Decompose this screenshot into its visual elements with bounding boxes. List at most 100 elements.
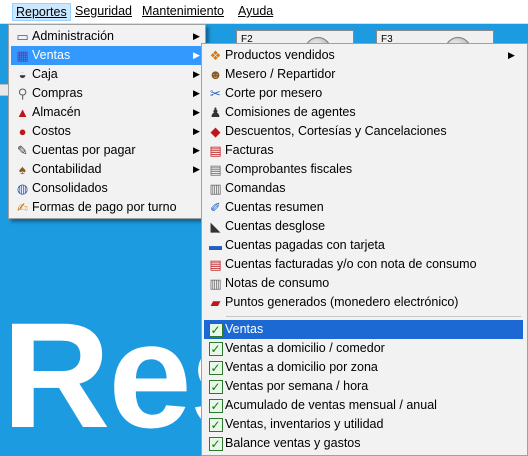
menu-separator	[226, 316, 521, 317]
menu-reportes-label: Reportes	[16, 5, 67, 19]
submenu-arrow-icon: ▶	[193, 145, 200, 155]
sales-chart-icon: ▦	[16, 48, 29, 63]
menu-item-label: Descuentos, Cortesías y Cancelaciones	[225, 124, 447, 138]
menu-item-cuentas-por-pagar[interactable]: ✎ Cuentas por pagar ▶	[11, 141, 203, 160]
menu-item-label: Ventas	[32, 48, 71, 62]
menu-item-label: Facturas	[225, 143, 274, 157]
menu-item-contabilidad[interactable]: ♠ Contabilidad ▶	[11, 160, 203, 179]
menu-item-comprobantes-fiscales[interactable]: ▤ Comprobantes fiscales	[204, 160, 525, 179]
menu-item-notas-de-consumo[interactable]: ▥ Notas de consumo	[204, 274, 525, 293]
menu-item-comisiones-de-agentes[interactable]: ♟ Comisiones de agentes	[204, 103, 525, 122]
menu-item-facturas[interactable]: ▤ Facturas	[204, 141, 525, 160]
reportes-dropdown: ▭ Administración ▶ ▦ Ventas ▶ ◒ Caja ▶ ⚲…	[8, 24, 206, 219]
menu-ayuda[interactable]: Ayuda	[235, 3, 276, 21]
order-ticket-icon: ▥	[209, 181, 222, 196]
menu-item-label: Acumulado de ventas mensual / anual	[225, 398, 437, 412]
menu-mantenimiento-label: Mantenimiento	[142, 4, 224, 18]
menu-seguridad[interactable]: Seguridad	[72, 3, 135, 21]
menu-mantenimiento[interactable]: Mantenimiento	[139, 3, 227, 21]
menu-item-label: Contabilidad	[32, 162, 102, 176]
menu-item-costos[interactable]: ● Costos ▶	[11, 122, 203, 141]
coins-icon: ●	[18, 124, 27, 139]
menu-item-productos-vendidos[interactable]: ❖ Productos vendidos ▶	[204, 46, 525, 65]
submenu-arrow-icon: ▶	[193, 50, 200, 60]
shopping-cart-icon: ⚲	[17, 86, 28, 101]
menu-item-puntos-generados[interactable]: ▰ Puntos generados (monedero electrónico…	[204, 293, 525, 312]
menu-item-label: Cuentas facturadas y/o con nota de consu…	[225, 257, 477, 271]
menu-item-comandas[interactable]: ▥ Comandas	[204, 179, 525, 198]
submenu-arrow-icon: ▶	[508, 50, 515, 60]
menu-item-label: Compras	[32, 86, 83, 100]
ledger-icon: ♠	[19, 162, 26, 177]
menu-item-label: Comprobantes fiscales	[225, 162, 353, 176]
menubar: Reportes Seguridad Mantenimiento Ayuda	[0, 0, 528, 24]
menu-item-administracion[interactable]: ▭ Administración ▶	[11, 27, 203, 46]
menu-item-formas-de-pago-por-turno[interactable]: ✍ Formas de pago por turno	[11, 198, 203, 217]
menu-item-label: Cuentas resumen	[225, 200, 324, 214]
submenu-arrow-icon: ▶	[193, 31, 200, 41]
menu-reportes[interactable]: Reportes	[12, 3, 71, 21]
menu-item-label: Balance ventas y gastos	[225, 436, 361, 450]
payment-icon: ✍	[17, 200, 28, 215]
menu-item-label: Cuentas pagadas con tarjeta	[225, 238, 385, 252]
submenu-arrow-icon: ▶	[193, 88, 200, 98]
menu-item-label: Comisiones de agentes	[225, 105, 356, 119]
fiscal-doc-icon: ▤	[209, 162, 222, 177]
submenu-arrow-icon: ▶	[193, 69, 200, 79]
menu-item-almacen[interactable]: ▲ Almacén ▶	[11, 103, 203, 122]
menu-item-label: Ventas, inventarios y utilidad	[225, 417, 384, 431]
menu-item-label: Almacén	[32, 105, 81, 119]
ventas-submenu: ❖ Productos vendidos ▶ ☻ Mesero / Repart…	[201, 43, 528, 456]
menu-item-acumulado-ventas[interactable]: ✓ Acumulado de ventas mensual / anual	[204, 396, 525, 415]
menu-item-cuentas-pagadas-con-tarjeta[interactable]: ▬ Cuentas pagadas con tarjeta	[204, 236, 525, 255]
checkbox-report-icon: ✓	[208, 437, 223, 451]
menu-item-label: Costos	[32, 124, 71, 138]
menu-item-cuentas-desglose[interactable]: ◣ Cuentas desglose	[204, 217, 525, 236]
products-icon: ❖	[209, 48, 222, 63]
menu-item-ventas-domicilio-zona[interactable]: ✓ Ventas a domicilio por zona	[204, 358, 525, 377]
menu-item-cuentas-resumen[interactable]: ✐ Cuentas resumen	[204, 198, 525, 217]
menu-item-cuentas-facturadas[interactable]: ▤ Cuentas facturadas y/o con nota de con…	[204, 255, 525, 274]
summary-icon: ✐	[210, 200, 221, 215]
menu-item-balance-ventas-gastos[interactable]: ✓ Balance ventas y gastos	[204, 434, 525, 453]
menu-item-label: Consolidados	[32, 181, 108, 195]
menu-item-ventas-report[interactable]: ✓ Ventas	[204, 320, 523, 339]
menu-item-label: Corte por mesero	[225, 86, 323, 100]
menu-item-label: Caja	[32, 67, 58, 81]
menu-item-ventas-inventarios-utilidad[interactable]: ✓ Ventas, inventarios y utilidad	[204, 415, 525, 434]
menu-item-label: Ventas por semana / hora	[225, 379, 369, 393]
discount-tag-icon: ◆	[210, 124, 221, 139]
menu-item-compras[interactable]: ⚲ Compras ▶	[11, 84, 203, 103]
menu-item-label: Notas de consumo	[225, 276, 330, 290]
checkbox-report-icon: ✓	[208, 342, 223, 356]
menu-item-mesero-repartidor[interactable]: ☻ Mesero / Repartidor	[204, 65, 525, 84]
checkbox-report-icon: ✓	[208, 399, 223, 413]
menu-item-label: Formas de pago por turno	[32, 200, 177, 214]
consumption-note-icon: ▥	[209, 276, 222, 291]
menu-seguridad-label: Seguridad	[75, 4, 132, 18]
checkbox-report-icon: ✓	[208, 361, 223, 375]
cut-report-icon: ✂	[210, 86, 221, 101]
menu-item-label: Cuentas por pagar	[32, 143, 136, 157]
menu-item-descuentos[interactable]: ◆ Descuentos, Cortesías y Cancelaciones	[204, 122, 525, 141]
submenu-arrow-icon: ▶	[193, 164, 200, 174]
menu-item-ventas-domicilio-comedor[interactable]: ✓ Ventas a domicilio / comedor	[204, 339, 525, 358]
menu-item-label: Cuentas desglose	[225, 219, 326, 233]
menu-item-label: Puntos generados (monedero electrónico)	[225, 295, 459, 309]
invoice-icon: ✎	[17, 143, 28, 158]
wallet-points-icon: ▰	[210, 295, 221, 310]
globe-icon: ◍	[16, 181, 29, 196]
menu-item-corte-por-mesero[interactable]: ✂ Corte por mesero	[204, 84, 525, 103]
invoice-doc-icon: ▤	[209, 143, 222, 158]
commission-icon: ♟	[209, 105, 222, 120]
menu-item-ventas[interactable]: ▦ Ventas ▶	[11, 46, 203, 65]
checkbox-report-icon: ✓	[208, 418, 223, 432]
menu-item-ventas-semana-hora[interactable]: ✓ Ventas por semana / hora	[204, 377, 525, 396]
menu-item-label: Administración	[32, 29, 114, 43]
menu-item-consolidados[interactable]: ◍ Consolidados	[11, 179, 203, 198]
menu-item-caja[interactable]: ◒ Caja ▶	[11, 65, 203, 84]
warehouse-icon: ▲	[16, 105, 29, 120]
menu-item-label: Mesero / Repartidor	[225, 67, 336, 81]
menu-item-label: Ventas a domicilio / comedor	[225, 341, 385, 355]
monitor-icon: ▭	[16, 29, 29, 44]
